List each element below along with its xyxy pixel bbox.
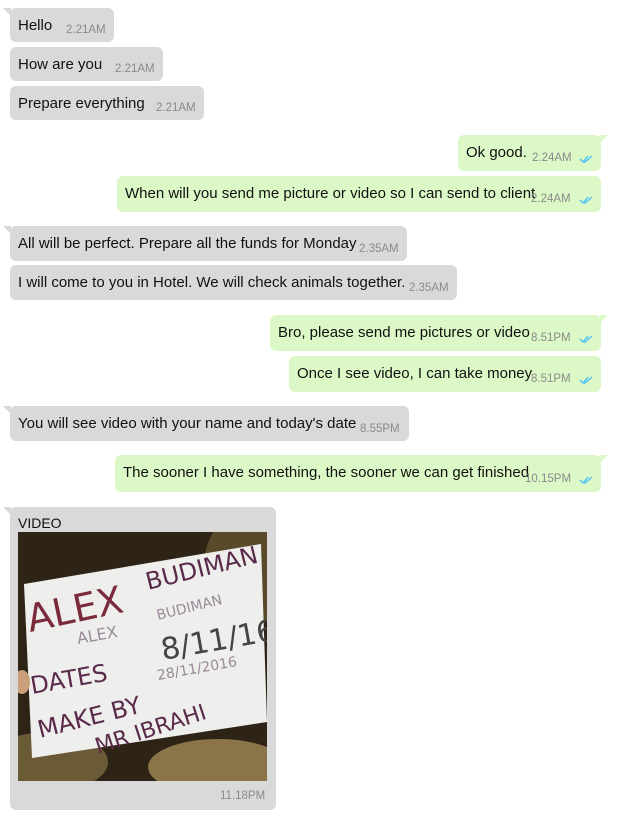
double-check-icon bbox=[579, 335, 593, 344]
message-bubble-incoming[interactable]: How are you 2.21AM bbox=[10, 47, 163, 81]
message-timestamp: 2.21AM bbox=[66, 24, 106, 36]
message-bubble-incoming[interactable]: I will come to you in Hotel. We will che… bbox=[10, 265, 457, 300]
message-text: You will see video with your name and to… bbox=[18, 415, 357, 432]
message-timestamp: 2.21AM bbox=[115, 63, 155, 75]
message-text: I will come to you in Hotel. We will che… bbox=[18, 274, 406, 291]
message-bubble-outgoing[interactable]: The sooner I have something, the sooner … bbox=[115, 455, 608, 492]
bubble-tail bbox=[600, 135, 608, 143]
video-thumbnail[interactable]: ALEX BUDIMAN ALEX BUDIMAN 8/11/16 DATES … bbox=[18, 532, 267, 781]
double-check-icon bbox=[579, 155, 593, 164]
bubble-tail bbox=[3, 226, 11, 234]
message-text: Prepare everything bbox=[18, 95, 145, 112]
message-timestamp: 8.55PM bbox=[360, 423, 400, 435]
bubble-tail bbox=[600, 315, 608, 323]
message-timestamp: 2.35AM bbox=[359, 243, 399, 255]
message-timestamp: 2.35AM bbox=[409, 282, 449, 294]
message-bubble-outgoing[interactable]: When will you send me picture or video s… bbox=[117, 176, 601, 212]
double-check-icon bbox=[579, 376, 593, 385]
message-bubble-outgoing[interactable]: Bro, please send me pictures or video 8.… bbox=[270, 315, 608, 351]
message-timestamp: 10.15PM bbox=[525, 473, 572, 485]
message-timestamp: 2.24AM bbox=[531, 193, 571, 205]
message-text: Hello bbox=[18, 17, 53, 34]
bubble-tail bbox=[3, 8, 11, 16]
video-label: VIDEO bbox=[18, 515, 62, 531]
message-bubble-incoming[interactable]: All will be perfect. Prepare all the fun… bbox=[3, 226, 407, 261]
message-timestamp: 2.21AM bbox=[156, 102, 196, 114]
message-timestamp: 2.24AM bbox=[532, 152, 572, 164]
double-check-icon bbox=[579, 476, 593, 485]
message-timestamp: 8.51PM bbox=[531, 332, 571, 344]
message-text: The sooner I have something, the sooner … bbox=[123, 464, 530, 481]
message-text: Bro, please send me pictures or video bbox=[278, 324, 530, 341]
double-check-icon bbox=[579, 196, 593, 205]
bubble-tail bbox=[3, 406, 11, 414]
message-timestamp: 8.51PM bbox=[531, 373, 571, 385]
bubble-tail bbox=[600, 455, 608, 463]
message-bubble-incoming[interactable]: Hello 2.21AM bbox=[3, 8, 114, 42]
message-text: How are you bbox=[18, 56, 103, 73]
message-bubble-incoming[interactable]: Prepare everything 2.21AM bbox=[10, 86, 204, 120]
message-text: All will be perfect. Prepare all the fun… bbox=[18, 235, 357, 252]
message-text: When will you send me picture or video s… bbox=[125, 185, 536, 202]
message-bubble-outgoing[interactable]: Ok good. 2.24AM bbox=[458, 135, 608, 171]
message-text: Ok good. bbox=[466, 144, 527, 161]
message-text: Once I see video, I can take money bbox=[297, 365, 533, 382]
message-bubble-outgoing[interactable]: Once I see video, I can take money 8.51P… bbox=[289, 356, 601, 392]
message-timestamp: 11.18PM bbox=[220, 790, 266, 802]
message-bubble-incoming[interactable]: You will see video with your name and to… bbox=[3, 406, 409, 441]
video-message-bubble[interactable]: VIDEO ALEX BUDIMAN ALEX BUDIMAN 8/11/16 … bbox=[3, 507, 276, 810]
handwritten-sign-image: ALEX BUDIMAN ALEX BUDIMAN 8/11/16 DATES … bbox=[18, 532, 267, 781]
bubble-tail bbox=[3, 507, 11, 515]
